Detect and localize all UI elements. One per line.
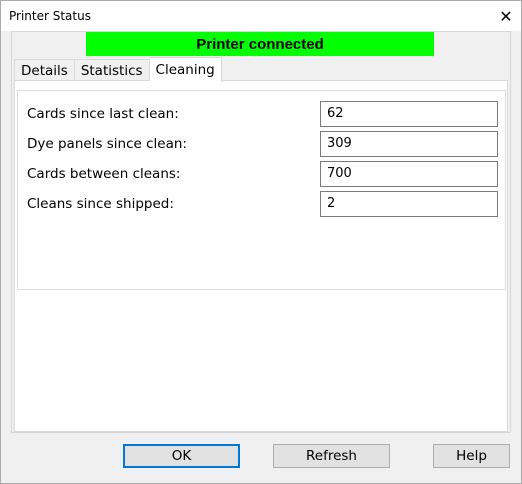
cleaning-group-box: Cards since last clean: 62 Dye panels si…	[17, 90, 506, 290]
row-cards-since-last-clean: Cards since last clean: 62	[27, 101, 498, 127]
cards-between-cleans-label: Cards between cleans:	[27, 166, 181, 182]
row-cards-between-cleans: Cards between cleans: 700	[27, 161, 498, 187]
tab-statistics[interactable]: Statistics	[74, 59, 150, 82]
close-icon: ✕	[499, 6, 513, 26]
dye-panels-since-clean-field[interactable]: 309	[320, 131, 498, 157]
row-cleans-since-shipped: Cleans since shipped: 2	[27, 191, 498, 217]
cleans-since-shipped-field[interactable]: 2	[320, 191, 498, 217]
window-title: Printer Status	[9, 9, 91, 23]
printer-status-window: Printer Status ✕ Printer connected Detai…	[0, 0, 522, 484]
close-button[interactable]: ✕	[491, 1, 521, 31]
status-banner: Printer connected	[86, 32, 434, 56]
dye-panels-since-clean-label: Dye panels since clean:	[27, 136, 187, 152]
refresh-button[interactable]: Refresh	[273, 444, 390, 468]
tab-details[interactable]: Details	[14, 59, 75, 82]
ok-button[interactable]: OK	[123, 444, 240, 468]
cleans-since-shipped-label: Cleans since shipped:	[27, 196, 174, 212]
tab-cleaning[interactable]: Cleaning	[149, 57, 222, 82]
title-bar: Printer Status ✕	[1, 1, 521, 31]
cards-since-last-clean-label: Cards since last clean:	[27, 106, 179, 122]
cards-between-cleans-field[interactable]: 700	[320, 161, 498, 187]
cleaning-panel: Cards since last clean: 62 Dye panels si…	[14, 80, 508, 432]
cards-since-last-clean-field[interactable]: 62	[320, 101, 498, 127]
row-dye-panels-since-clean: Dye panels since clean: 309	[27, 131, 498, 157]
tab-strip: Details Statistics Cleaning	[14, 57, 222, 82]
help-button[interactable]: Help	[433, 444, 510, 468]
